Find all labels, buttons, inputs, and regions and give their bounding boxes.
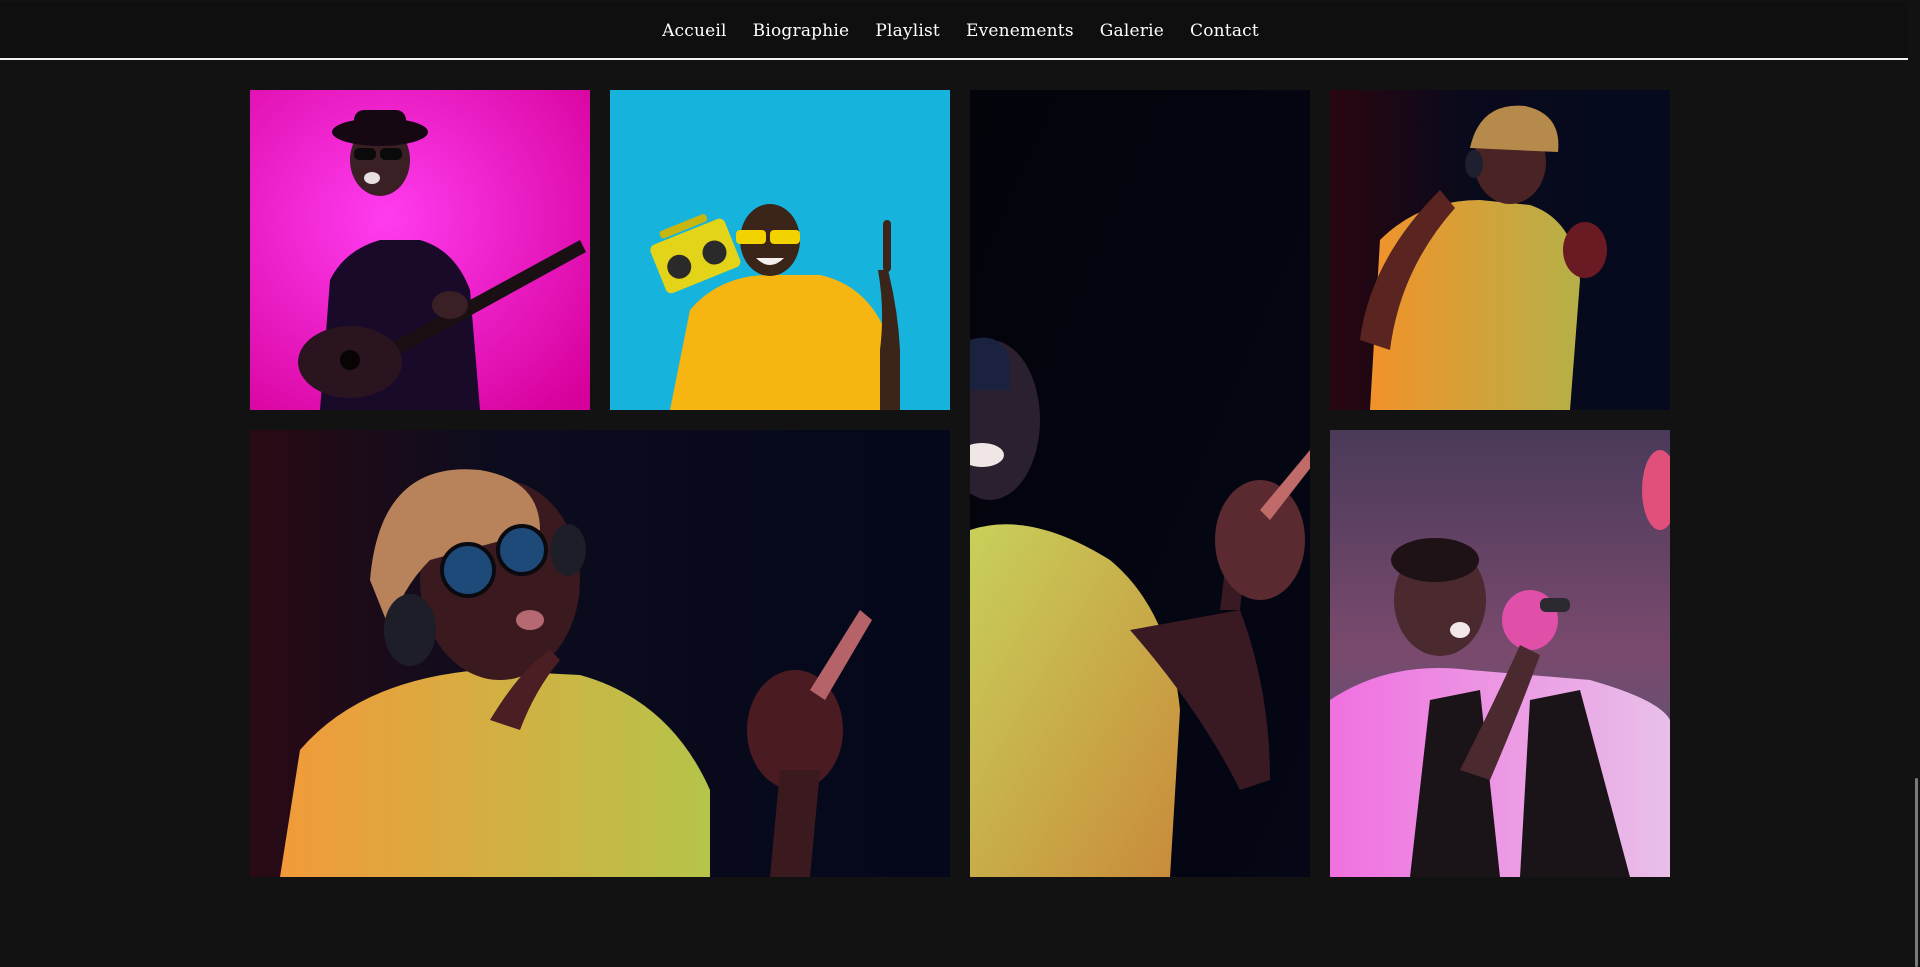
nav-link-accueil[interactable]: Accueil — [662, 21, 727, 41]
boombox-photo-image — [610, 90, 950, 410]
gallery-photo-singer[interactable] — [1330, 430, 1670, 877]
singer-photo-image — [1330, 430, 1670, 877]
gallery-photo-boombox[interactable] — [610, 90, 950, 410]
main-nav: Accueil Biographie Playlist Evenements G… — [0, 2, 1920, 60]
nav-link-contact[interactable]: Contact — [1190, 21, 1259, 41]
headphones-dance-photo-image — [1330, 90, 1670, 410]
pointing-tall-photo-image — [970, 90, 1310, 877]
sunglasses-wide-photo-image — [250, 430, 950, 877]
gallery-photo-headphones-dance[interactable] — [1330, 90, 1670, 410]
guitarist-photo-image — [250, 90, 590, 410]
nav-link-evenements[interactable]: Evenements — [966, 21, 1074, 41]
nav-link-biographie[interactable]: Biographie — [753, 21, 850, 41]
top-navigation-bar: Accueil Biographie Playlist Evenements G… — [0, 2, 1920, 60]
nav-link-galerie[interactable]: Galerie — [1100, 21, 1164, 41]
gallery-photo-sunglasses-wide[interactable] — [250, 430, 950, 877]
nav-link-playlist[interactable]: Playlist — [875, 21, 940, 41]
page-scrollbar[interactable] — [1908, 0, 1920, 967]
gallery-photo-guitarist[interactable] — [250, 90, 590, 410]
gallery-photo-pointing-tall[interactable] — [970, 90, 1310, 877]
scrollbar-thumb[interactable] — [1915, 778, 1918, 967]
